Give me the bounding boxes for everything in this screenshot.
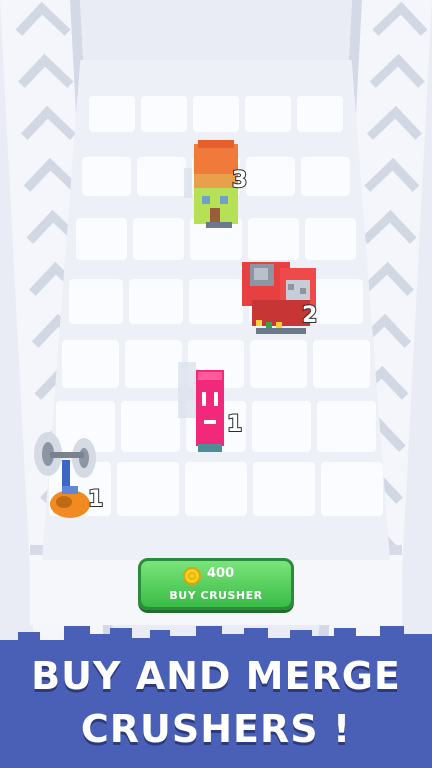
board-tile[interactable] — [246, 157, 295, 196]
board-tile[interactable] — [317, 401, 377, 452]
board-tile[interactable] — [193, 96, 239, 132]
board-tile[interactable] — [250, 340, 307, 388]
chevron-up-icon — [15, 1, 71, 58]
banner-line-1: BUY AND MERGE — [31, 654, 401, 698]
level-badge: 2 — [301, 302, 318, 329]
coin-icon — [183, 567, 201, 585]
board-tile[interactable] — [82, 157, 131, 196]
board-tile[interactable] — [129, 279, 183, 324]
board-tile[interactable] — [62, 340, 119, 388]
pink-crusher[interactable] — [176, 362, 246, 454]
board-tile[interactable] — [121, 401, 181, 452]
buy-crusher-label: BUY CRUSHER — [169, 589, 263, 602]
board-tile[interactable] — [305, 218, 357, 260]
board-tile[interactable] — [75, 218, 127, 260]
board-tile[interactable] — [117, 462, 179, 516]
pink-crusher-icon — [178, 362, 224, 452]
level-badge: 1 — [87, 486, 104, 513]
buy-crusher-button[interactable]: 400 BUY CRUSHER — [138, 558, 294, 610]
chevron-up-icon — [372, 1, 428, 58]
board-tile[interactable] — [69, 279, 123, 324]
board-tile[interactable] — [137, 157, 186, 196]
board-tile[interactable] — [313, 340, 370, 388]
board-tile[interactable] — [321, 462, 383, 516]
board-tile[interactable] — [125, 340, 182, 388]
level-badge: 3 — [231, 167, 248, 194]
price-label: 400 — [207, 566, 235, 581]
board-tile[interactable] — [185, 462, 247, 516]
banner-line-2: CRUSHERS ! — [80, 707, 352, 751]
board-tile[interactable] — [133, 218, 185, 260]
board-tile[interactable] — [189, 279, 243, 324]
board-tile[interactable] — [247, 218, 299, 260]
board-tile[interactable] — [141, 96, 187, 132]
board-tile[interactable] — [89, 96, 135, 132]
board-tile[interactable] — [251, 401, 311, 452]
board-tile[interactable] — [301, 157, 350, 196]
level-badge: 1 — [226, 411, 243, 438]
board-tile[interactable] — [297, 96, 343, 132]
board-tile[interactable] — [253, 462, 315, 516]
board-tile[interactable] — [245, 96, 291, 132]
